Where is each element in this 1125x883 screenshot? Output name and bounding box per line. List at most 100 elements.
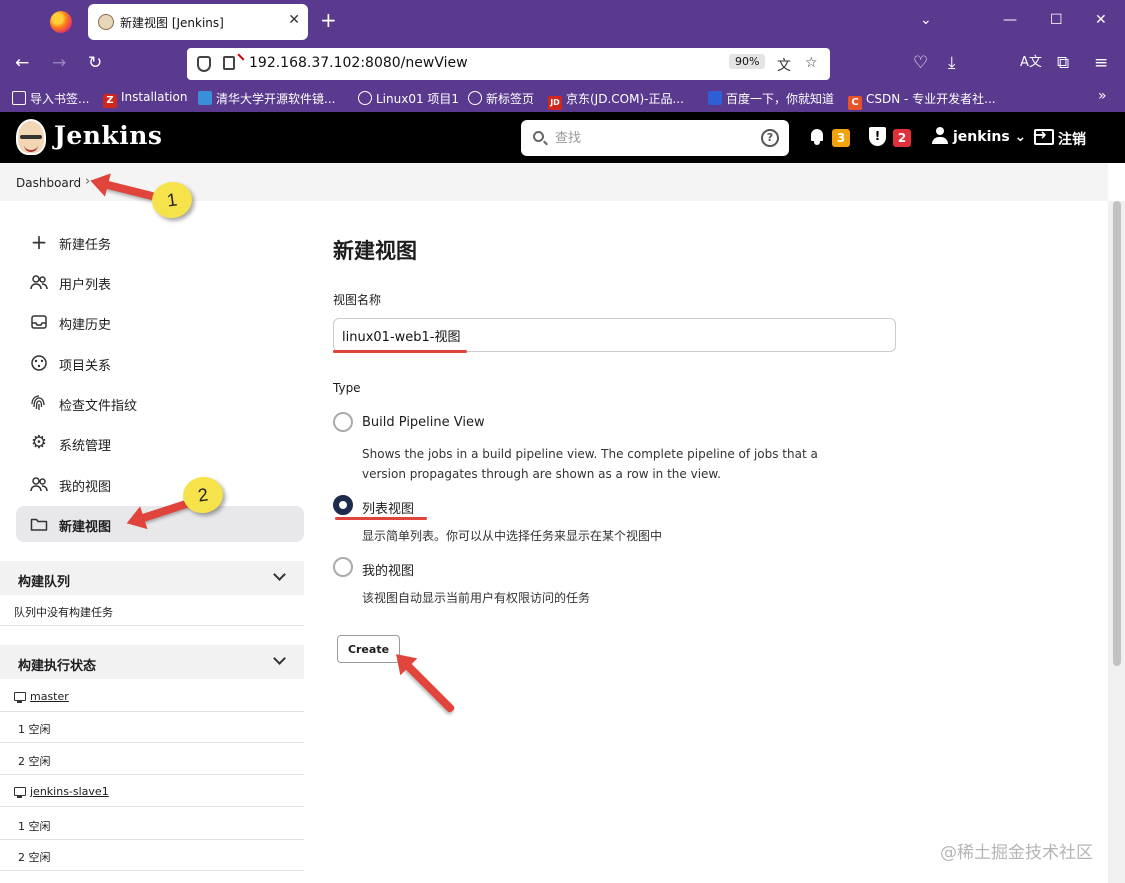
logout-link[interactable]: 注销: [1058, 129, 1086, 149]
type-label: Type: [333, 381, 361, 395]
fingerprint-icon: [30, 394, 48, 412]
csdn-icon: C: [848, 96, 862, 110]
chevron-down-icon[interactable]: [273, 652, 286, 665]
sidebar-item-fingerprint[interactable]: 检查文件指纹: [16, 385, 304, 421]
bookmark-linux01[interactable]: Linux01 项目1: [358, 90, 459, 107]
tab-close-icon[interactable]: ✕: [288, 12, 300, 28]
annotation-underline-list-view: [335, 517, 427, 520]
radio-my-view[interactable]: [333, 557, 353, 577]
bookmark-import[interactable]: 导入书签...: [12, 90, 89, 107]
search-icon: [533, 131, 544, 142]
radio-label-build-pipeline-view[interactable]: Build Pipeline View: [362, 415, 485, 430]
tab-list-chevron-icon[interactable]: ⌄: [920, 12, 932, 28]
security-shield-icon[interactable]: !: [869, 127, 886, 146]
breadcrumb-dashboard[interactable]: Dashboard: [16, 176, 81, 190]
firefox-logo-icon[interactable]: [50, 11, 72, 33]
tsinghua-icon: [198, 91, 212, 105]
tab-title: 新建视图 [Jenkins]: [120, 16, 224, 30]
bookmark-csdn[interactable]: C CSDN - 专业开发者社...: [848, 90, 996, 110]
jenkins-title[interactable]: Jenkins: [54, 121, 162, 150]
executor-slot: 2 空闲: [0, 744, 304, 775]
user-icon[interactable]: [932, 127, 948, 145]
search-input[interactable]: [555, 128, 755, 148]
baidu-paw-icon: [708, 91, 722, 105]
bookmark-newtab[interactable]: 新标签页: [468, 90, 534, 107]
view-name-label: 视图名称: [333, 293, 382, 307]
page-scrollbar[interactable]: [1108, 201, 1125, 883]
bookmark-jd[interactable]: JD 京东(JD.COM)-正品...: [548, 90, 684, 110]
browser-tab-bar: 新建视图 [Jenkins] ✕ + ⌄ — ☐ ✕: [0, 0, 1125, 44]
executors-header[interactable]: 构建执行状态: [0, 645, 304, 679]
jenkins-favicon-icon: [98, 14, 114, 30]
back-icon[interactable]: ←: [15, 54, 29, 72]
new-tab-button[interactable]: +: [320, 10, 337, 30]
import-icon: [12, 91, 26, 105]
jd-icon: JD: [548, 96, 562, 110]
executor-slot: 1 空闲: [0, 712, 304, 743]
sidebar-item-project-relationship[interactable]: 项目关系: [16, 345, 304, 381]
reload-icon[interactable]: ↻: [88, 54, 102, 72]
search-box[interactable]: ?: [521, 120, 789, 156]
chevron-down-icon[interactable]: [273, 568, 286, 581]
tracking-shield-icon[interactable]: [197, 56, 211, 72]
radio-desc-my-view: 该视图自动显示当前用户有权限访问的任务: [362, 591, 591, 605]
translate-extension-icon[interactable]: A文: [1020, 54, 1042, 72]
radio-label-my-view[interactable]: 我的视图: [362, 560, 414, 579]
close-window-icon[interactable]: ✕: [1095, 12, 1107, 28]
executor-node-jenkins-slave1[interactable]: jenkins-slave1: [0, 776, 304, 807]
url-text[interactable]: 192.168.37.102:8080/newView: [249, 55, 468, 71]
sidebar-item-my-views[interactable]: 我的视图: [16, 466, 304, 502]
inbox-icon: [30, 313, 48, 331]
bookmarks-overflow-icon[interactable]: »: [1098, 88, 1107, 104]
menu-icon[interactable]: ≡: [1094, 54, 1108, 72]
build-queue-header[interactable]: 构建队列: [0, 561, 304, 595]
sidebar-item-users[interactable]: 用户列表: [16, 264, 304, 300]
maximize-icon[interactable]: ☐: [1050, 12, 1063, 28]
computer-icon: [14, 692, 26, 703]
security-badge[interactable]: 2: [893, 129, 911, 147]
radio-desc-build-pipeline-view: Shows the jobs in a build pipeline view.…: [362, 447, 818, 481]
zabbix-icon: Z: [103, 94, 117, 108]
gear-icon: ⚙: [30, 432, 48, 453]
folder-icon: [30, 515, 48, 533]
download-icon[interactable]: ⤓: [948, 54, 956, 72]
view-name-input[interactable]: [333, 318, 896, 352]
radio-list-view[interactable]: [333, 495, 353, 515]
executor-slot: 2 空闲: [0, 840, 304, 871]
sidebar-item-new-job[interactable]: + 新建任务: [16, 224, 304, 260]
extensions-icon[interactable]: ⧉: [1057, 54, 1069, 72]
executor-node-master[interactable]: master: [0, 681, 304, 712]
jenkins-butler-logo-icon[interactable]: [16, 119, 46, 155]
search-help-icon[interactable]: ?: [761, 129, 779, 147]
bookmark-star-icon[interactable]: ☆: [805, 55, 818, 71]
radio-desc-list-view: 显示简单列表。你可以从中选择任务来显示在某个视图中: [362, 529, 663, 543]
bookmark-tsinghua[interactable]: 清华大学开源软件镜...: [198, 90, 335, 107]
zoom-level[interactable]: 90%: [729, 54, 766, 69]
scrollbar-thumb[interactable]: [1113, 201, 1121, 666]
computer-icon: [14, 787, 26, 798]
forward-icon[interactable]: →: [52, 54, 66, 72]
user-name[interactable]: jenkins ⌄: [953, 129, 1026, 145]
notification-badge[interactable]: 3: [832, 129, 850, 147]
pocket-icon[interactable]: ♡: [913, 54, 928, 72]
minimize-icon[interactable]: —: [1003, 12, 1017, 28]
globe-icon: [468, 91, 482, 105]
globe-icon: [358, 91, 372, 105]
executor-slot: 1 空闲: [0, 809, 304, 840]
insecure-lock-icon[interactable]: [223, 56, 235, 70]
sidebar-item-build-history[interactable]: 构建历史: [16, 304, 304, 340]
watermark: @稀土掘金技术社区: [940, 843, 1093, 863]
radio-build-pipeline-view[interactable]: [333, 412, 353, 432]
translate-icon[interactable]: 文: [777, 55, 791, 75]
plus-icon: +: [30, 230, 48, 254]
radio-label-list-view[interactable]: 列表视图: [362, 498, 414, 517]
browser-tab[interactable]: 新建视图 [Jenkins] ✕: [88, 4, 308, 40]
logout-icon[interactable]: [1033, 125, 1054, 145]
browser-nav-bar: ← → ↻ 192.168.37.102:8080/newView 90% 文 …: [0, 44, 1125, 84]
sidebar-item-manage-jenkins[interactable]: ⚙ 系统管理: [16, 425, 304, 461]
bookmark-installation[interactable]: Z Installation: [103, 90, 187, 108]
bookmark-baidu[interactable]: 百度一下，你就知道: [708, 90, 834, 107]
users-icon: [30, 273, 48, 291]
address-bar[interactable]: 192.168.37.102:8080/newView 90% 文 ☆: [187, 48, 830, 80]
bell-icon[interactable]: [809, 128, 825, 145]
